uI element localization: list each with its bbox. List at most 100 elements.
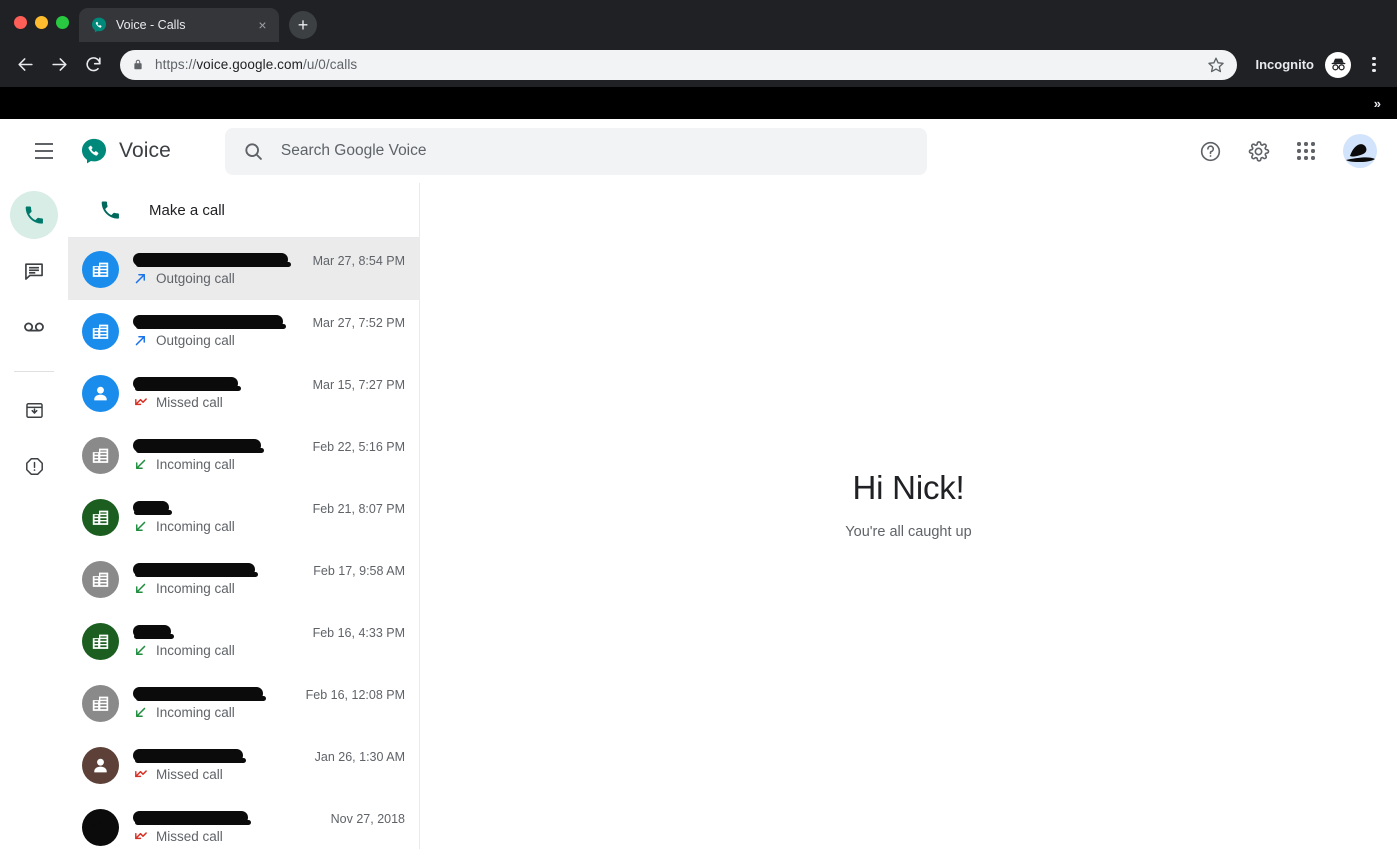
- call-type-label: Missed call: [156, 767, 223, 782]
- call-details: Outgoing call: [133, 252, 299, 286]
- contact-name: [133, 748, 301, 765]
- call-type: Outgoing call: [133, 271, 299, 286]
- avatar[interactable]: [82, 498, 119, 536]
- table-row[interactable]: Incoming call Feb 17, 9:58 AM: [68, 548, 419, 610]
- main-content: Hi Nick! You're all caught up: [420, 183, 1397, 849]
- minimize-window-button[interactable]: [35, 16, 48, 29]
- browser-menu-button[interactable]: [1361, 52, 1387, 78]
- table-row[interactable]: Outgoing call Mar 27, 8:54 PM: [68, 238, 419, 300]
- sidebar-item-messages[interactable]: [10, 247, 58, 295]
- call-type: Incoming call: [133, 705, 292, 720]
- search-input[interactable]: [280, 142, 909, 160]
- avatar[interactable]: [82, 684, 119, 722]
- call-details: Incoming call: [133, 500, 299, 534]
- window-controls: [10, 16, 79, 42]
- avatar[interactable]: [82, 746, 119, 784]
- reload-button[interactable]: [78, 50, 108, 80]
- account-avatar[interactable]: [1343, 134, 1377, 168]
- call-timestamp: Jan 26, 1:30 AM: [314, 749, 405, 764]
- call-type: Incoming call: [133, 519, 299, 534]
- avatar-redaction: [91, 819, 110, 835]
- search-bar[interactable]: [224, 127, 927, 175]
- sidebar-item-voicemail[interactable]: [10, 303, 58, 351]
- archive-icon: [25, 402, 43, 418]
- call-type-label: Missed call: [156, 395, 223, 410]
- call-timestamp: Feb 16, 12:08 PM: [305, 687, 405, 702]
- redaction-mark: [133, 563, 258, 577]
- call-type: Missed call: [133, 829, 317, 844]
- bookmark-star-icon[interactable]: [1207, 56, 1225, 74]
- new-tab-button[interactable]: +: [289, 11, 317, 39]
- apps-grid-icon[interactable]: [1285, 130, 1327, 172]
- call-type: Incoming call: [133, 643, 299, 658]
- person-icon: [94, 386, 107, 400]
- business-icon: [92, 510, 109, 525]
- incognito-label: Incognito: [1255, 57, 1315, 72]
- forward-button[interactable]: [44, 50, 74, 80]
- contact-name: [133, 624, 299, 641]
- table-row[interactable]: Incoming call Feb 22, 5:16 PM: [68, 424, 419, 486]
- close-window-button[interactable]: [14, 16, 27, 29]
- help-icon[interactable]: [1189, 130, 1231, 172]
- address-bar[interactable]: https://voice.google.com/u/0/calls: [120, 49, 1237, 80]
- avatar[interactable]: [82, 622, 119, 660]
- url-path: /u/0/calls: [303, 57, 358, 72]
- call-type: Missed call: [133, 395, 299, 410]
- voice-brand[interactable]: Voice: [80, 137, 171, 165]
- contact-name: [133, 500, 299, 517]
- call-details: Missed call: [133, 376, 299, 410]
- call-list[interactable]: Outgoing call Mar 27, 8:54 PM Outgoing cal…: [68, 238, 419, 849]
- browser-toolbar: https://voice.google.com/u/0/calls Incog…: [0, 42, 1397, 87]
- table-row[interactable]: Missed call Nov 27, 2018: [68, 796, 419, 849]
- sidebar-item-spam[interactable]: [10, 442, 58, 490]
- avatar[interactable]: [82, 312, 119, 350]
- google-voice-logo-icon: [80, 137, 108, 165]
- table-row[interactable]: Incoming call Feb 21, 8:07 PM: [68, 486, 419, 548]
- call-details: Incoming call: [133, 686, 292, 720]
- bookmarks-overflow-icon[interactable]: »: [1374, 96, 1381, 111]
- phone-icon: [25, 206, 43, 224]
- redaction-mark: [133, 687, 266, 701]
- call-timestamp: Mar 27, 7:52 PM: [312, 315, 405, 330]
- url-scheme: https://: [155, 57, 197, 72]
- call-type-label: Incoming call: [156, 457, 235, 472]
- call-type-label: Incoming call: [156, 581, 235, 596]
- make-a-call-button[interactable]: Make a call: [68, 183, 419, 238]
- table-row[interactable]: Incoming call Feb 16, 12:08 PM: [68, 672, 419, 734]
- table-row[interactable]: Missed call Mar 15, 7:27 PM: [68, 362, 419, 424]
- hamburger-icon[interactable]: [20, 127, 68, 175]
- maximize-window-button[interactable]: [56, 16, 69, 29]
- google-voice-favicon: [91, 17, 107, 33]
- incognito-icon[interactable]: [1325, 51, 1351, 78]
- call-timestamp: Feb 22, 5:16 PM: [312, 439, 405, 454]
- call-type-label: Incoming call: [156, 705, 235, 720]
- contact-name: [133, 376, 299, 393]
- call-type-label: Incoming call: [156, 643, 235, 658]
- gear-icon[interactable]: [1237, 130, 1279, 172]
- tab-title: Voice - Calls: [116, 18, 186, 32]
- table-row[interactable]: Missed call Jan 26, 1:30 AM: [68, 734, 419, 796]
- app-header-actions: [1189, 130, 1381, 172]
- business-icon: [92, 696, 109, 711]
- table-row[interactable]: Outgoing call Mar 27, 7:52 PM: [68, 300, 419, 362]
- avatar[interactable]: [82, 374, 119, 412]
- avatar[interactable]: [82, 436, 119, 474]
- sidebar-item-archive[interactable]: [10, 386, 58, 434]
- close-tab-button[interactable]: ×: [254, 17, 271, 34]
- redaction-mark: [133, 377, 241, 391]
- brand-name: Voice: [119, 139, 171, 162]
- call-list-panel: Make a call Outgoing call Mar 27, 8:54 PM…: [68, 183, 420, 849]
- avatar[interactable]: [82, 808, 119, 846]
- call-details: Missed call: [133, 810, 317, 844]
- call-details: Incoming call: [133, 624, 299, 658]
- avatar[interactable]: [82, 250, 119, 288]
- avatar[interactable]: [82, 560, 119, 598]
- browser-tab[interactable]: Voice - Calls ×: [79, 8, 279, 42]
- table-row[interactable]: Incoming call Feb 16, 4:33 PM: [68, 610, 419, 672]
- chat-bubble-icon: [25, 263, 43, 280]
- redaction-mark: [133, 315, 286, 329]
- back-button[interactable]: [10, 50, 40, 80]
- call-type-label: Outgoing call: [156, 271, 235, 286]
- call-type: Outgoing call: [133, 333, 299, 348]
- sidebar-item-calls[interactable]: [10, 191, 58, 239]
